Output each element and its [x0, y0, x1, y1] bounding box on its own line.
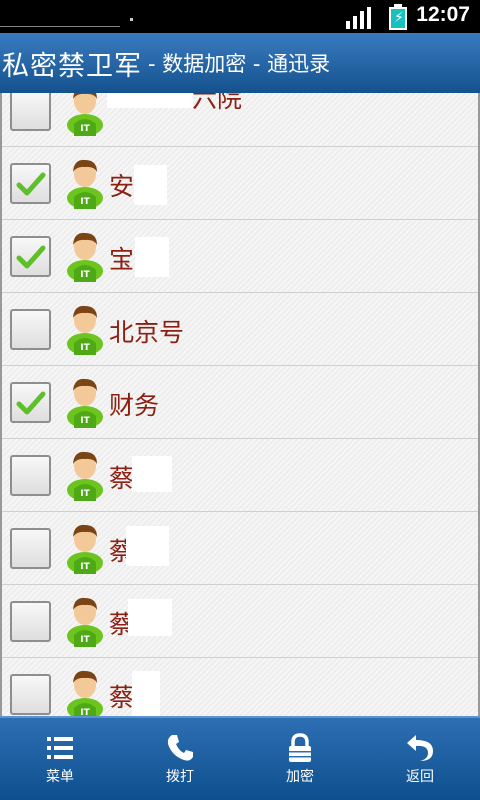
contact-row[interactable]: IT 北京号	[2, 293, 478, 366]
redaction-block	[126, 526, 169, 566]
contact-avatar-icon: IT	[66, 595, 104, 647]
status-bar: ⚡ 12:07	[0, 0, 480, 33]
phone-icon	[167, 735, 193, 761]
svg-text:IT: IT	[80, 197, 90, 207]
menu-label: 菜单	[46, 769, 74, 785]
contact-avatar-icon: IT	[66, 230, 104, 282]
redaction-block	[132, 671, 160, 716]
contact-avatar-icon: IT	[66, 668, 104, 716]
checkmark-icon	[16, 172, 46, 196]
checkmark-icon	[16, 391, 46, 415]
contact-row[interactable]: IT安 银	[2, 147, 478, 220]
contact-checkbox[interactable]	[10, 93, 51, 131]
contact-name: 北京号	[109, 318, 185, 347]
dial-button[interactable]: 拨打	[120, 718, 240, 800]
contact-row[interactable]: IT 蔡	[2, 658, 478, 716]
svg-text:IT: IT	[80, 562, 90, 572]
redaction-block	[132, 456, 172, 492]
bottom-navigation: 菜单 拨打 加密 返回	[0, 716, 480, 800]
page-subtitle: - 数据加密 - 通迅录	[148, 52, 331, 76]
contact-checkbox[interactable]	[10, 236, 51, 277]
svg-text:IT: IT	[80, 124, 90, 134]
contact-avatar-icon: IT	[66, 522, 104, 574]
redaction-block	[107, 93, 193, 108]
contact-name: 蔡	[109, 683, 135, 712]
battery-charging-icon: ⚡	[389, 4, 407, 30]
redaction-block	[134, 165, 167, 205]
svg-text:IT: IT	[80, 343, 90, 353]
lock-icon	[289, 733, 311, 762]
redaction-block	[135, 237, 169, 277]
checkmark-icon	[16, 245, 46, 269]
contact-row[interactable]: IT宝 邢	[2, 220, 478, 293]
notification-indicator	[0, 26, 120, 29]
contact-checkbox[interactable]	[10, 163, 51, 204]
title-bar: 私密禁卫军 - 数据加密 - 通迅录	[0, 33, 480, 93]
app-title: 私密禁卫军	[2, 50, 142, 82]
contact-list[interactable]: IT六院IT安 银IT宝 邢IT北京号IT财务IT蔡 宫IT蔡 杰IT蔡IT蔡	[0, 93, 480, 716]
contact-avatar-icon: IT	[66, 157, 104, 209]
contact-checkbox[interactable]	[10, 528, 51, 569]
encrypt-button[interactable]: 加密	[240, 718, 360, 800]
contact-row[interactable]: IT 蔡	[2, 585, 478, 658]
contact-row[interactable]: IT蔡 杰	[2, 512, 478, 585]
contact-row[interactable]: IT 财务	[2, 366, 478, 439]
contact-avatar-icon: IT	[66, 449, 104, 501]
back-button[interactable]: 返回	[360, 718, 480, 800]
menu-icon	[47, 737, 73, 759]
contact-checkbox[interactable]	[10, 309, 51, 350]
svg-text:IT: IT	[80, 708, 90, 716]
notification-dot	[130, 18, 133, 21]
contact-name: 六院	[192, 93, 243, 113]
contact-row[interactable]: IT蔡 宫	[2, 439, 478, 512]
contact-row[interactable]: IT 六院	[2, 93, 478, 147]
svg-text:IT: IT	[80, 489, 90, 499]
encrypt-label: 加密	[286, 769, 314, 785]
menu-button[interactable]: 菜单	[0, 718, 120, 800]
contact-avatar-icon: IT	[66, 376, 104, 428]
back-icon	[407, 735, 433, 761]
dial-label: 拨打	[166, 769, 194, 785]
back-label: 返回	[406, 769, 434, 785]
contact-checkbox[interactable]	[10, 382, 51, 423]
svg-text:IT: IT	[80, 270, 90, 280]
svg-text:IT: IT	[80, 416, 90, 426]
contact-name: 财务	[109, 391, 160, 420]
signal-icon	[346, 7, 376, 29]
contact-checkbox[interactable]	[10, 455, 51, 496]
contact-checkbox[interactable]	[10, 674, 51, 715]
redaction-block	[128, 599, 172, 636]
contact-avatar-icon: IT	[66, 303, 104, 355]
svg-text:IT: IT	[80, 635, 90, 645]
contact-avatar-icon: IT	[66, 93, 104, 136]
contact-checkbox[interactable]	[10, 601, 51, 642]
clock: 12:07	[416, 3, 470, 26]
